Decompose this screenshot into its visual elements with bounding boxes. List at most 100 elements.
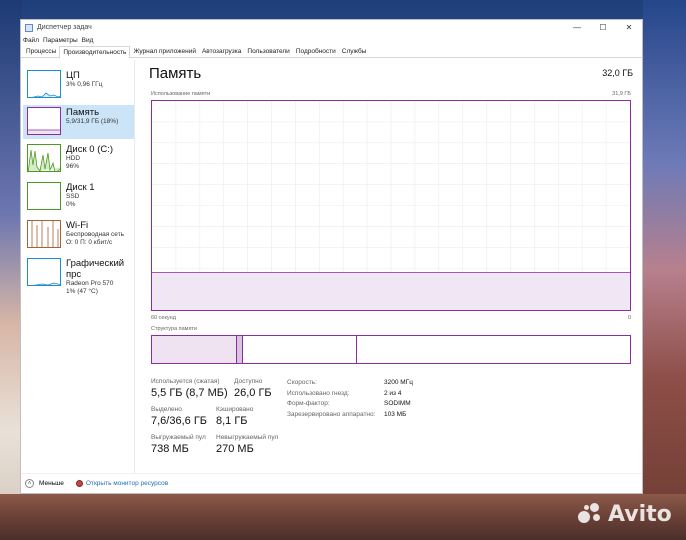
sidebar-wifi-title: Wi-Fi — [66, 220, 89, 231]
sidebar-disk0-title: Диск 0 (C:) — [66, 144, 114, 155]
usage-label: Использование памяти — [151, 91, 211, 97]
sidebar-wifi-line1: Беспроводная сеть — [66, 231, 125, 238]
sidebar-wifi-line2: О: 0 П: 0 кбит/с — [66, 239, 113, 246]
task-manager-window: Диспетчер задач — ☐ ✕ Файл Параметры Вид… — [20, 19, 643, 494]
usage-max-label: 31,9 ГБ — [612, 91, 631, 97]
sidebar-gpu-line2: 1% (47 °C) — [66, 288, 98, 295]
property-form-factor-key: Форм-фактор: — [287, 400, 330, 407]
property-speed-key: Скорость: — [287, 379, 317, 386]
performance-sidebar: ЦП 3% 0,96 ГГц Память 5,9/31,9 ГБ (18%) — [21, 60, 135, 473]
memory-graph-icon — [27, 107, 61, 135]
page-title: Память — [149, 65, 202, 82]
sidebar-gpu-line1: Radeon Pro 570 — [66, 280, 114, 287]
fewer-details-button[interactable]: Меньше — [39, 480, 64, 487]
tab-details[interactable]: Подробности — [293, 46, 339, 57]
avito-logo-icon — [578, 501, 604, 527]
task-manager-icon — [25, 23, 33, 32]
close-button[interactable]: ✕ — [616, 20, 642, 35]
stat-cached-value: 8,1 ГБ — [216, 415, 248, 427]
sidebar-disk0-line1: HDD — [66, 155, 81, 162]
stat-cached: Кэшировано 8,1 ГБ — [216, 406, 253, 428]
property-form-factor-value: SODIMM — [384, 400, 411, 407]
stat-available-value: 26,0 ГБ — [234, 387, 272, 399]
sidebar-item-wifi[interactable]: Wi-Fi Беспроводная сеть О: 0 П: 0 кбит/с — [23, 218, 134, 252]
sidebar-item-gpu[interactable]: Графический прс Radeon Pro 570 1% (47 °C… — [23, 256, 134, 295]
stat-paged-value: 738 МБ — [151, 443, 189, 455]
sidebar-item-cpu[interactable]: ЦП 3% 0,96 ГГц — [23, 68, 134, 102]
memory-usage-chart — [152, 101, 630, 310]
tab-processes[interactable]: Процессы — [23, 46, 59, 57]
disk1-graph-icon — [27, 182, 61, 210]
menu-bar: Файл Параметры Вид — [21, 35, 642, 45]
menu-options[interactable]: Параметры — [43, 37, 78, 44]
memory-usage-graph — [151, 100, 631, 311]
stat-committed: Выделено 7,6/36,6 ГБ — [151, 406, 207, 428]
stat-available-label: Доступно — [234, 378, 263, 385]
minimize-button[interactable]: — — [564, 20, 590, 35]
tab-startup[interactable]: Автозагрузка — [199, 46, 244, 57]
stat-in-use-value: 5,5 ГБ (8,7 МБ) — [151, 387, 228, 399]
property-reserved-value: 103 МБ — [384, 410, 407, 418]
sidebar-disk1-line1: SSD — [66, 193, 80, 200]
stat-nonpaged-label: Невыгружаемый пул — [216, 434, 279, 441]
menu-file[interactable]: Файл — [23, 37, 39, 44]
tab-services[interactable]: Службы — [339, 46, 370, 57]
stat-nonpaged-pool: Невыгружаемый пул 270 МБ — [216, 434, 278, 456]
time-right-label: 0 — [627, 315, 631, 321]
sidebar-item-disk0[interactable]: Диск 0 (C:) HDD 96% — [23, 142, 134, 176]
disk0-graph-icon — [27, 144, 61, 172]
footer-bar: ˄ Меньше Открыть монитор ресурсов — [21, 473, 642, 493]
performance-content: ЦП 3% 0,96 ГГц Память 5,9/31,9 ГБ (18%) — [21, 60, 642, 473]
minimize-icon: — — [573, 23, 581, 32]
sidebar-cpu-title: ЦП — [66, 70, 80, 81]
total-memory: 32,0 ГБ — [602, 68, 633, 78]
property-reserved-key: Зарезервировано аппаратно: — [287, 410, 376, 418]
stat-in-use-label: Используется (сжатая) — [151, 378, 220, 385]
sidebar-disk0-line2: 96% — [66, 163, 80, 170]
time-left-label: 60 секунд — [151, 315, 176, 321]
stat-available: Доступно 26,0 ГБ — [234, 378, 272, 400]
structure-label: Структура памяти — [151, 326, 198, 332]
title-bar: Диспетчер задач — ☐ ✕ — [21, 20, 642, 35]
tab-bar: Процессы Производительность Журнал прило… — [21, 45, 642, 58]
chevron-up-icon[interactable]: ˄ — [25, 479, 34, 488]
wifi-graph-icon — [27, 220, 61, 248]
sidebar-item-memory[interactable]: Память 5,9/31,9 ГБ (18%) — [23, 105, 134, 139]
desktop-wallpaper-left — [0, 0, 22, 540]
sidebar-cpu-line1: 3% 0,96 ГГц — [66, 81, 103, 88]
property-slots-key: Использовано гнезд: — [287, 389, 350, 397]
structure-in-use — [152, 336, 237, 363]
stat-paged-pool: Выгружаемый пул 738 МБ — [151, 434, 206, 456]
stat-cached-label: Кэшировано — [216, 406, 254, 413]
open-resource-monitor-link[interactable]: Открыть монитор ресурсов — [86, 480, 168, 487]
sidebar-item-disk1[interactable]: Диск 1 SSD 0% — [23, 180, 134, 214]
sidebar-memory-line1: 5,9/31,9 ГБ (18%) — [66, 118, 119, 125]
tab-users[interactable]: Пользователи — [244, 46, 292, 57]
gpu-graph-icon — [27, 258, 61, 286]
property-slots-value: 2 из 4 — [384, 389, 402, 397]
stat-committed-label: Выделено — [151, 406, 182, 413]
cpu-graph-icon — [27, 70, 61, 98]
tab-performance[interactable]: Производительность — [59, 46, 131, 58]
resource-monitor-icon — [75, 480, 83, 487]
structure-free — [357, 336, 630, 363]
sidebar-disk1-line2: 0% — [66, 201, 76, 208]
maximize-icon: ☐ — [599, 23, 607, 32]
maximize-button[interactable]: ☐ — [590, 20, 616, 35]
desktop-wallpaper-right — [643, 0, 686, 540]
window-title: Диспетчер задач — [37, 24, 92, 31]
stat-nonpaged-value: 270 МБ — [216, 443, 254, 455]
sidebar-gpu-title: Графический прс — [66, 258, 125, 280]
stat-paged-label: Выгружаемый пул — [151, 434, 206, 441]
avito-watermark-text: Avito — [608, 501, 672, 527]
stat-in-use: Используется (сжатая) 5,5 ГБ (8,7 МБ) — [151, 378, 228, 400]
avito-watermark: Avito — [578, 498, 678, 530]
close-icon: ✕ — [625, 23, 633, 32]
tab-app-history[interactable]: Журнал приложений — [130, 46, 199, 57]
sidebar-memory-title: Память — [66, 107, 100, 118]
memory-structure-bar — [151, 335, 631, 364]
menu-view[interactable]: Вид — [82, 37, 94, 44]
stat-committed-value: 7,6/36,6 ГБ — [151, 415, 207, 427]
memory-panel: Память 32,0 ГБ Использование памяти 31,9… — [149, 60, 633, 473]
memory-usage-area — [152, 272, 630, 310]
